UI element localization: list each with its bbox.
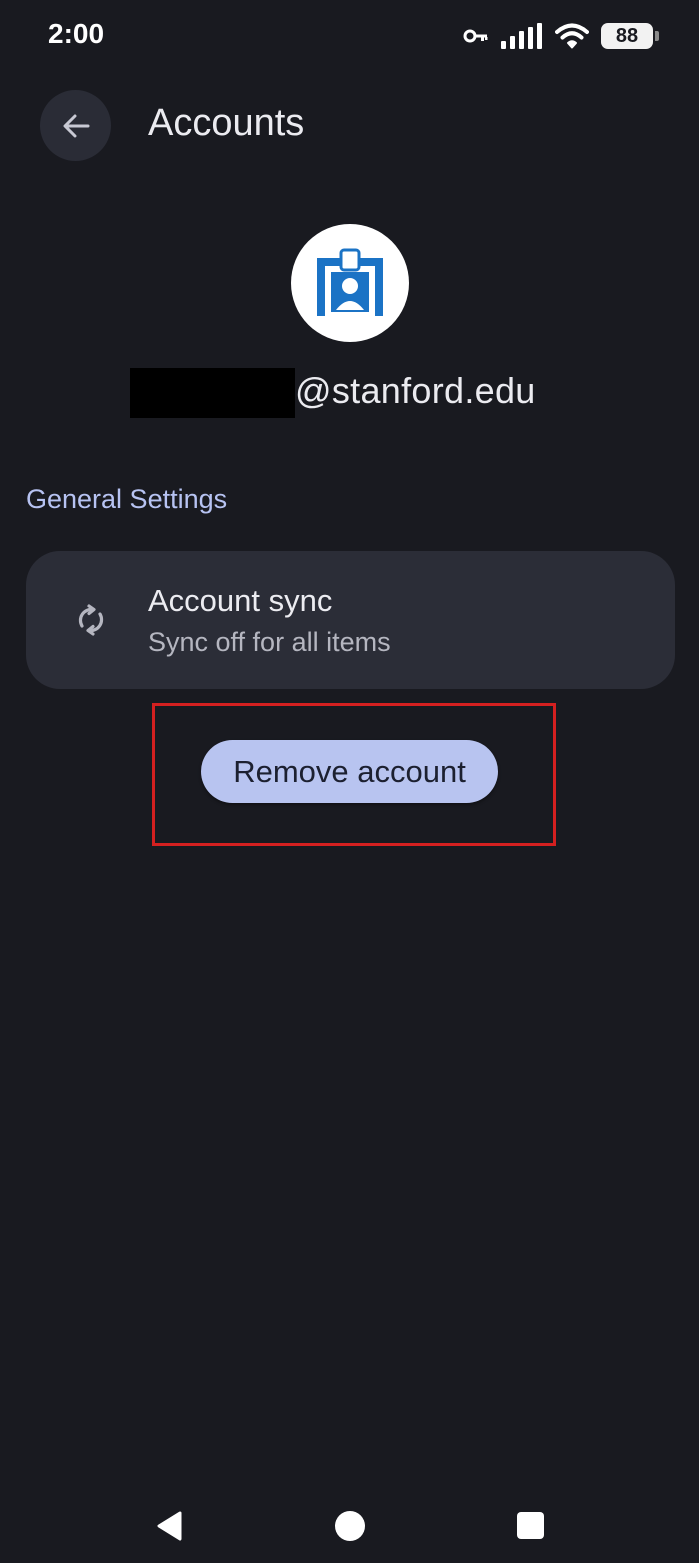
battery-level: 88 [615, 25, 639, 47]
nav-recents-icon[interactable] [517, 1512, 544, 1539]
arrow-back-icon [63, 114, 89, 137]
account-email: @stanford.edu [0, 366, 699, 418]
nav-back-icon[interactable] [155, 1510, 183, 1542]
section-header-general-settings: General Settings [26, 484, 228, 514]
avatar [291, 224, 409, 342]
status-bar: 2:00 88 [0, 0, 699, 72]
navigation-bar [0, 1480, 699, 1563]
email-domain: @stanford.edu [295, 370, 536, 411]
sync-icon [78, 604, 104, 636]
remove-account-button[interactable]: Remove account [201, 740, 498, 803]
badge-id-icon [317, 248, 383, 316]
back-button[interactable] [40, 90, 111, 161]
page-title: Accounts [148, 102, 305, 144]
account-sync-item[interactable]: Account sync Sync off for all items [26, 551, 675, 689]
signal-icon [501, 23, 542, 49]
wifi-icon [555, 23, 589, 49]
status-icons: 88 [463, 20, 659, 52]
account-sync-title: Account sync [148, 583, 333, 618]
account-sync-subtitle: Sync off for all items [148, 627, 391, 657]
battery-icon: 88 [601, 23, 659, 49]
nav-home-icon[interactable] [335, 1511, 365, 1541]
status-time: 2:00 [48, 18, 105, 49]
vpn-key-icon [463, 29, 488, 43]
redacted-username [130, 368, 295, 418]
